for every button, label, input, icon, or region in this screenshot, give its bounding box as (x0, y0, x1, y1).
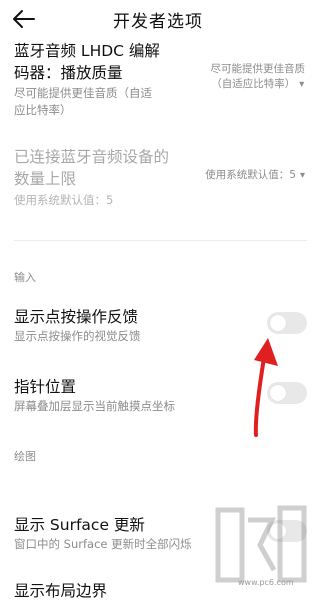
item-title-line1: 蓝牙音频 LHDC 编解 (14, 42, 160, 60)
lhdc-value-dropdown[interactable]: 尽可能提供更佳音质 （自适应比特率） ▾ (211, 62, 306, 92)
arrow-left-icon[interactable] (10, 6, 38, 32)
item-subtitle-line2: 应比特率） (14, 103, 72, 117)
chevron-down-icon: ▾ (299, 170, 305, 181)
divider (14, 240, 307, 241)
item-subtitle: 窗口中的 Surface 更新时全部闪烁 (14, 537, 192, 551)
section-header-input: 输入 (14, 271, 36, 284)
item-subtitle: 使用系统默认值：5 (14, 193, 114, 207)
item-title-line1: 已连接蓝牙音频设备的 (14, 148, 170, 166)
item-subtitle: 显示点按操作的视觉反馈 (14, 329, 141, 343)
max-devices-value-dropdown: 使用系统默认值：5 ▾ (205, 168, 305, 183)
chevron-down-icon: ▾ (299, 79, 305, 90)
watermark-logo-icon (215, 505, 307, 583)
section-header-drawing: 绘图 (14, 450, 36, 463)
show-layout-bounds-item[interactable]: 显示布局边界 (14, 580, 107, 602)
watermark-text: www.pc6.com (238, 578, 294, 587)
item-subtitle-line1: 尽可能提供更佳音质（自适 (14, 86, 152, 100)
lhdc-playback-quality-item[interactable]: 蓝牙音频 LHDC 编解 码器：播放质量 尽可能提供更佳音质（自适 应比特率） (14, 40, 194, 119)
app-bar: 开发者选项 (0, 0, 319, 40)
item-title: 显示点按操作反馈 (14, 308, 139, 326)
show-taps-item[interactable]: 显示点按操作反馈 显示点按操作的视觉反馈 (14, 306, 244, 345)
value: 使用系统默认值：5 (205, 169, 296, 181)
item-title-line2: 码器：播放质量 (14, 64, 123, 82)
item-title: 显示布局边界 (14, 582, 108, 600)
value-line2: （自适应比特率） (211, 78, 296, 90)
item-subtitle: 屏幕叠加层显示当前触摸点坐标 (14, 399, 175, 413)
item-title: 显示 Surface 更新 (14, 516, 145, 534)
page-title: 开发者选项 (113, 12, 203, 32)
item-title-line2: 数量上限 (14, 170, 77, 188)
value-line1: 尽可能提供更佳音质 (210, 63, 306, 75)
item-title: 指针位置 (14, 378, 77, 396)
max-bt-devices-item: 已连接蓝牙音频设备的 数量上限 使用系统默认值：5 (14, 146, 204, 209)
show-surface-updates-item[interactable]: 显示 Surface 更新 窗口中的 Surface 更新时全部闪烁 (14, 514, 244, 553)
annotation-arrow-icon (253, 338, 278, 437)
pointer-location-item[interactable]: 指针位置 屏幕叠加层显示当前触摸点坐标 (14, 376, 244, 415)
